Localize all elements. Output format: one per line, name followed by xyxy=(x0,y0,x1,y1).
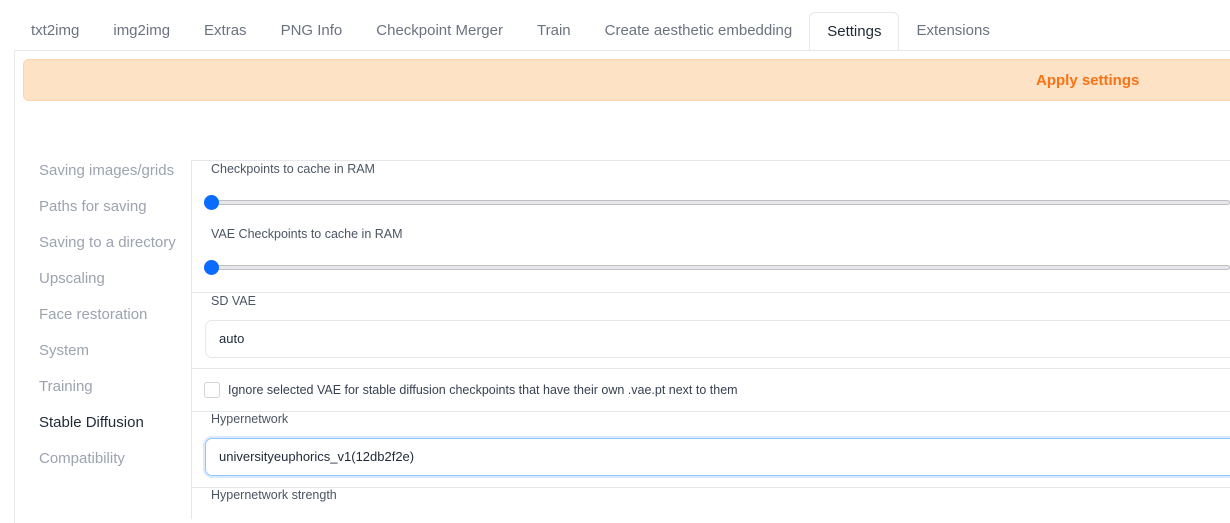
vae-checkpoints-cache-label: VAE Checkpoints to cache in RAM xyxy=(211,227,403,241)
tab-png-info[interactable]: PNG Info xyxy=(264,12,360,50)
apply-settings-label: Apply settings xyxy=(1036,72,1140,89)
tab-txt2img[interactable]: txt2img xyxy=(14,12,96,50)
sidebar-item-saving-to-directory[interactable]: Saving to a directory xyxy=(39,231,179,255)
tab-extras[interactable]: Extras xyxy=(187,12,264,50)
apply-settings-button[interactable]: Apply settings xyxy=(23,59,1230,101)
divider xyxy=(192,160,1230,161)
sidebar-item-compatibility[interactable]: Compatibility xyxy=(39,447,179,471)
ignore-vae-label: Ignore selected VAE for stable diffusion… xyxy=(228,383,738,397)
checkpoints-cache-slider[interactable] xyxy=(211,200,1230,205)
vae-checkpoints-cache-slider[interactable] xyxy=(211,265,1230,270)
sd-vae-label: SD VAE xyxy=(211,294,256,308)
sidebar-item-paths-for-saving[interactable]: Paths for saving xyxy=(39,195,179,219)
sidebar-item-saving-images[interactable]: Saving images/grids xyxy=(39,159,179,183)
sidebar-item-training[interactable]: Training xyxy=(39,375,179,399)
sidebar-item-stable-diffusion[interactable]: Stable Diffusion xyxy=(39,411,179,435)
divider xyxy=(192,487,1230,488)
tab-extensions[interactable]: Extensions xyxy=(899,12,1006,50)
divider xyxy=(192,292,1230,293)
ignore-vae-checkbox[interactable] xyxy=(204,382,220,398)
sidebar-item-upscaling[interactable]: Upscaling xyxy=(39,267,179,291)
hypernetwork-dropdown[interactable]: universityeuphorics_v1(12db2f2e) xyxy=(205,438,1230,476)
tab-train[interactable]: Train xyxy=(520,12,588,50)
tab-settings[interactable]: Settings xyxy=(809,12,900,51)
divider xyxy=(191,160,192,519)
tab-checkpoint-merger[interactable]: Checkpoint Merger xyxy=(359,12,520,50)
hypernetwork-label: Hypernetwork xyxy=(211,412,289,426)
divider xyxy=(192,411,1230,412)
sd-vae-dropdown[interactable]: auto xyxy=(205,320,1230,358)
sidebar-item-face-restoration[interactable]: Face restoration xyxy=(39,303,179,327)
checkpoints-cache-label: Checkpoints to cache in RAM xyxy=(211,162,375,176)
tab-bar: txt2img img2img Extras PNG Info Checkpoi… xyxy=(14,12,1230,51)
divider xyxy=(192,368,1230,369)
hypernetwork-strength-label: Hypernetwork strength xyxy=(211,488,337,502)
settings-sidebar: Saving images/grids Paths for saving Sav… xyxy=(39,159,179,483)
checkpoints-cache-slider-thumb[interactable] xyxy=(204,195,219,210)
tab-create-aesthetic-embedding[interactable]: Create aesthetic embedding xyxy=(588,12,810,50)
sidebar-item-system[interactable]: System xyxy=(39,339,179,363)
tab-img2img[interactable]: img2img xyxy=(96,12,187,50)
vae-checkpoints-cache-slider-thumb[interactable] xyxy=(204,260,219,275)
